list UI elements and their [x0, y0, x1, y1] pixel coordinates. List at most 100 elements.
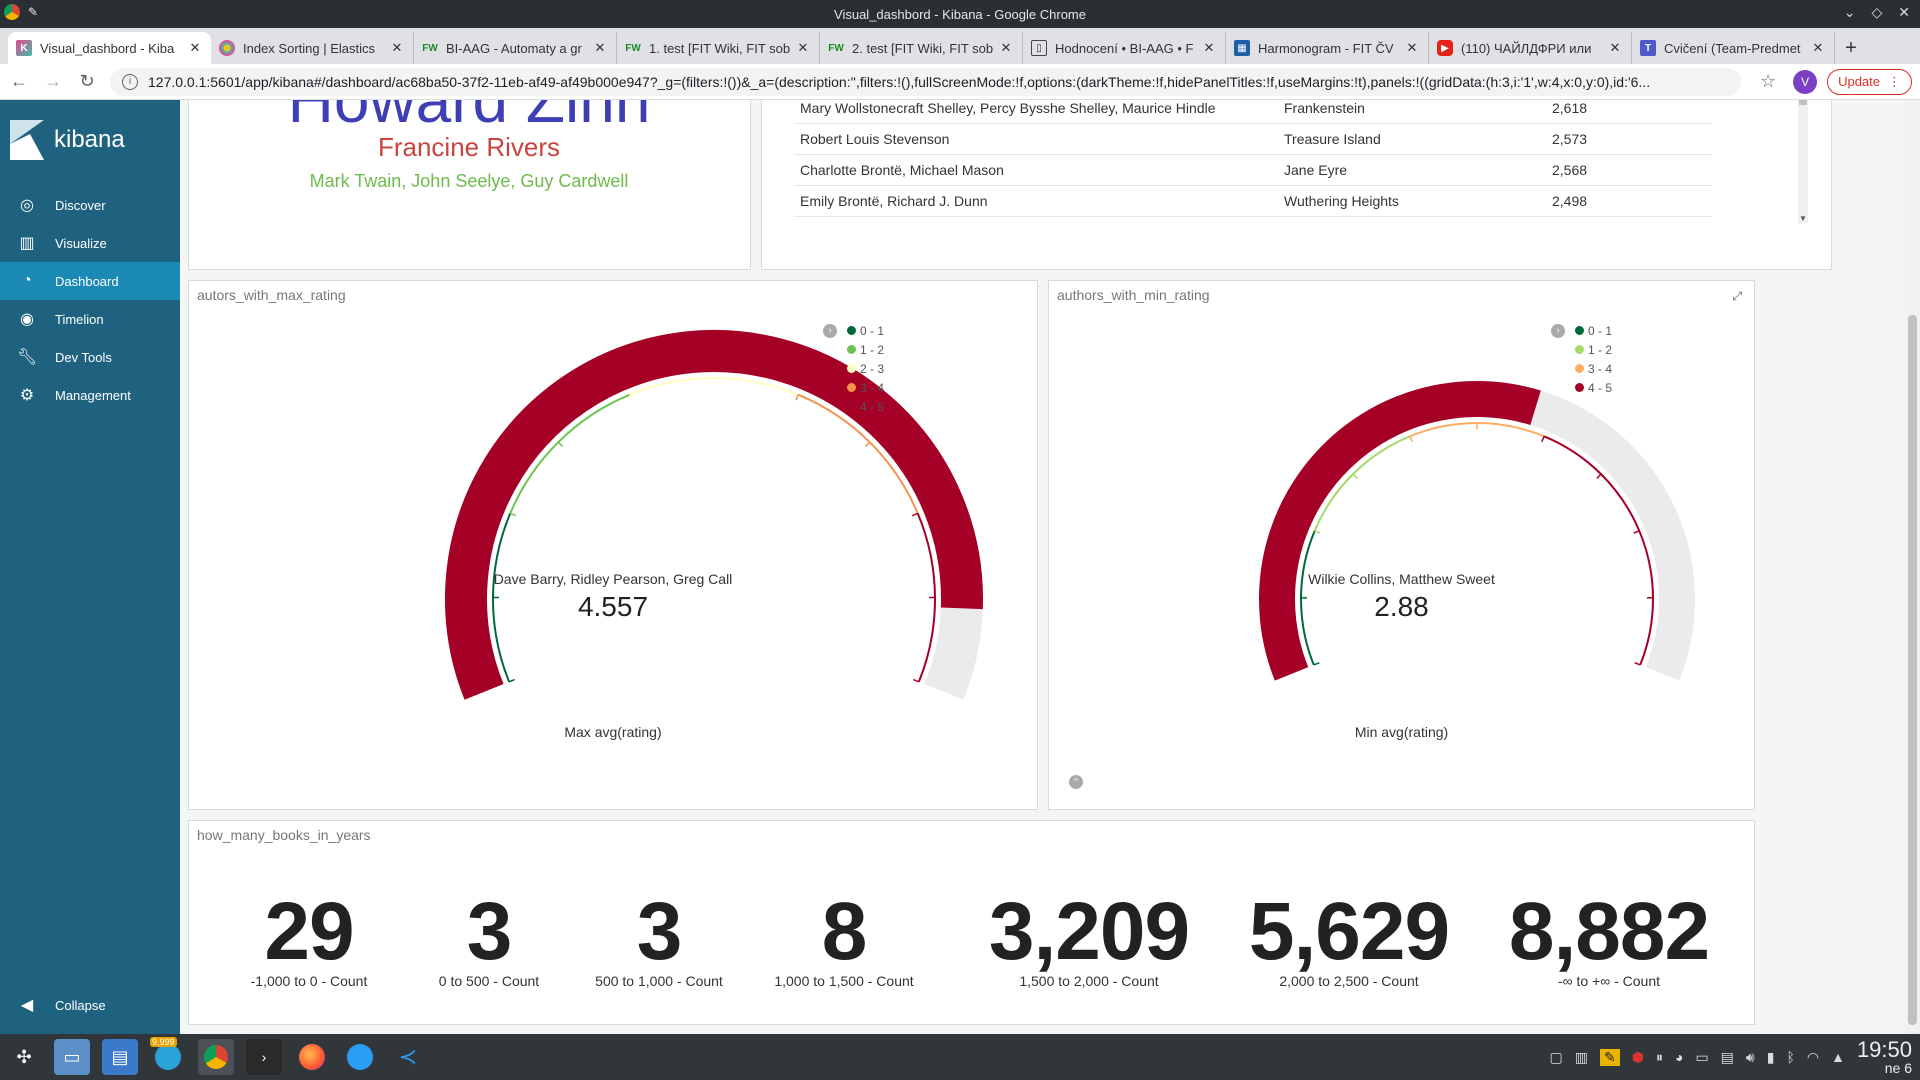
legend-item[interactable]: 4 - 5: [847, 397, 884, 416]
clock[interactable]: 19:50 ne 6: [1857, 1039, 1912, 1076]
page-scrollbar-thumb[interactable]: [1908, 315, 1917, 1025]
kibana-logo[interactable]: kibana: [0, 100, 180, 180]
legend-item[interactable]: 4 - 5: [1575, 378, 1612, 397]
show-desktop-icon[interactable]: ▢: [1550, 1049, 1563, 1066]
gauge-tick: [1313, 661, 1320, 666]
close-tab-icon[interactable]: ✕: [1607, 40, 1623, 56]
table-scrollbar-thumb[interactable]: [1799, 100, 1807, 105]
metric-value: 5,629: [1248, 886, 1450, 977]
back-icon[interactable]: ←: [4, 67, 34, 97]
chrome-icon[interactable]: [198, 1039, 234, 1075]
browser-tab[interactable]: Index Sorting | Elastics ✕: [211, 32, 414, 64]
scroll-down-icon[interactable]: ▼: [1798, 214, 1808, 223]
telegram-icon[interactable]: 9,999: [150, 1037, 186, 1075]
metric-label: 1,000 to 1,500 - Count: [774, 973, 914, 989]
shield-icon[interactable]: ⬢: [1632, 1049, 1644, 1066]
star-icon[interactable]: ☆: [1753, 67, 1783, 97]
sidebar-item-devtools[interactable]: 🔧︎ Dev Tools: [0, 338, 180, 376]
table-row: Robert Louis Stevenson Treasure Island 2…: [794, 124, 1712, 155]
gauge-legend: › 0 - 1 1 - 2 3 - 4 4 - 5: [1551, 321, 1612, 397]
wifi-icon[interactable]: ◠: [1807, 1049, 1819, 1066]
browser-tab[interactable]: T Cvičení (Team-Predmet ✕: [1632, 32, 1835, 64]
chrome-tray-icon[interactable]: ◕: [1675, 1049, 1683, 1065]
browser-tab[interactable]: K Visual_dashbord - Kiba ✕: [8, 32, 211, 64]
sidebar-item-visualize[interactable]: ▥ Visualize: [0, 224, 180, 262]
browser-tab[interactable]: FW 1. test [FIT Wiki, FIT sob ✕: [617, 32, 820, 64]
gauge-tick: [1596, 473, 1602, 479]
reload-icon[interactable]: ↻: [72, 67, 102, 97]
table-cell-count: 2,568: [1552, 162, 1588, 178]
gauge-value: 2.88: [1374, 591, 1429, 622]
vscode-icon[interactable]: ≺: [390, 1039, 426, 1075]
volume-icon[interactable]: 🔊︎: [1746, 1049, 1755, 1066]
clipboard-tray-icon[interactable]: ▤: [1721, 1049, 1734, 1066]
url-text: 127.0.0.1:5601/app/kibana#/dashboard/ac6…: [148, 73, 1651, 90]
close-tab-icon[interactable]: ✕: [187, 40, 203, 56]
sidebar-item-discover[interactable]: ◎ Discover: [0, 186, 180, 224]
expand-icon[interactable]: ⤢: [1732, 289, 1742, 304]
new-tab-button[interactable]: +: [1835, 32, 1867, 64]
legend-item[interactable]: 3 - 4: [847, 378, 884, 397]
firefox-icon[interactable]: [294, 1039, 330, 1075]
close-tab-icon[interactable]: ✕: [1201, 40, 1217, 56]
close-tab-icon[interactable]: ✕: [1404, 40, 1420, 56]
panel-title: how_many_books_in_years: [197, 827, 371, 843]
desktop-icon[interactable]: ▭: [54, 1039, 90, 1075]
books-table-panel: Mary Wollstonecraft Shelley, Percy Byssh…: [761, 100, 1832, 270]
browser-tab[interactable]: ▶ (110) ЧАЙЛДФРИ или ✕: [1429, 32, 1632, 64]
browser-tab[interactable]: ▦ Harmonogram - FIT ČV ✕: [1226, 32, 1429, 64]
gauge-metric-label: Max avg(rating): [564, 724, 662, 740]
legend-label: 0 - 1: [860, 323, 885, 338]
close-tab-icon[interactable]: ✕: [795, 40, 811, 56]
gauge-fill: [1259, 381, 1541, 681]
table-scrollbar[interactable]: ▼: [1798, 100, 1808, 223]
close-tab-icon[interactable]: ✕: [1810, 40, 1826, 56]
gauge-tick: [557, 441, 564, 447]
avatar[interactable]: V: [1793, 69, 1818, 94]
legend-item[interactable]: 1 - 2: [1575, 340, 1612, 359]
close-tab-icon[interactable]: ✕: [592, 40, 608, 56]
legend-item[interactable]: 2 - 3: [847, 359, 884, 378]
legend-item[interactable]: › 0 - 1: [1551, 321, 1612, 340]
metric-value: 8: [821, 886, 868, 977]
sidebar-item-timelion[interactable]: ◉ Timelion: [0, 300, 180, 338]
sidebar-item-management[interactable]: ⚙ Management: [0, 376, 180, 414]
legend-item[interactable]: 1 - 2: [847, 340, 884, 359]
url-input[interactable]: i 127.0.0.1:5601/app/kibana#/dashboard/a…: [110, 67, 1742, 96]
close-tab-icon[interactable]: ✕: [998, 40, 1014, 56]
expand-tray-icon[interactable]: ▲: [1831, 1049, 1845, 1065]
app-launcher-icon[interactable]: ✣: [6, 1039, 42, 1075]
pause-icon[interactable]: ⏸: [1656, 1049, 1663, 1066]
browser-tab[interactable]: FW BI-AAG - Automaty a gr ✕: [414, 32, 617, 64]
legend-item[interactable]: › 0 - 1: [823, 321, 885, 340]
chevron-right-icon[interactable]: ›: [1551, 324, 1565, 338]
gauge-tick: [509, 512, 517, 517]
battery-icon[interactable]: ▮: [1767, 1049, 1775, 1066]
file-manager-icon[interactable]: ▤: [102, 1039, 138, 1075]
close-icon[interactable]: ✕: [1898, 4, 1910, 21]
minimize-icon[interactable]: ⌄: [1844, 4, 1856, 21]
browser-tab[interactable]: FW 2. test [FIT Wiki, FIT sob ✕: [820, 32, 1023, 64]
notes-icon[interactable]: ✎: [1600, 1048, 1620, 1066]
table-cell-author: Charlotte Brontë, Michael Mason: [800, 162, 1004, 178]
legend-item[interactable]: 3 - 4: [1575, 359, 1612, 378]
page-scrollbar[interactable]: [1905, 100, 1920, 1034]
clipboard-icon[interactable]: ▥: [1575, 1049, 1588, 1066]
forward-icon[interactable]: →: [38, 67, 68, 97]
info-icon[interactable]: i: [122, 73, 138, 90]
window-title: Visual_dashbord - Kibana - Google Chrome: [834, 6, 1086, 22]
gauge-tick: [1541, 435, 1545, 443]
sidebar-item-dashboard[interactable]: ◔ Dashboard: [0, 262, 180, 300]
collapse-legend-icon[interactable]: ⌃: [1069, 775, 1083, 789]
update-button[interactable]: Update ⋮: [1827, 68, 1912, 95]
browser-app-icon[interactable]: [342, 1039, 378, 1075]
terminal-tray-icon[interactable]: ▭: [1695, 1049, 1708, 1066]
terminal-icon[interactable]: ›: [246, 1039, 282, 1075]
browser-tab[interactable]: ▯ Hodnocení • BI-AAG • F ✕: [1023, 32, 1226, 64]
collapse-button[interactable]: ◀ Collapse: [0, 986, 106, 1024]
pin-icon[interactable]: ✎: [28, 5, 38, 19]
close-tab-icon[interactable]: ✕: [389, 40, 405, 56]
bluetooth-icon[interactable]: ᛒ: [1786, 1049, 1794, 1065]
chevron-right-icon[interactable]: ›: [823, 324, 837, 338]
maximize-icon[interactable]: ◇: [1871, 4, 1882, 21]
